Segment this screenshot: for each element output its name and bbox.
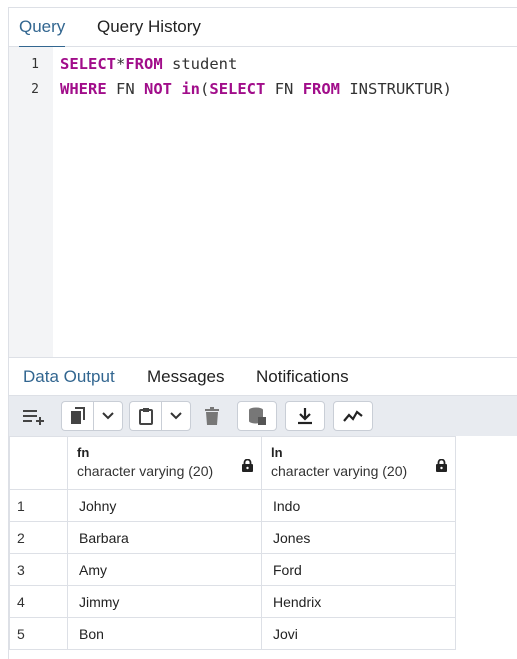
- cell-fn[interactable]: Jimmy: [67, 585, 262, 618]
- sql-keyword: FROM: [302, 80, 341, 98]
- cell-fn[interactable]: Amy: [67, 553, 262, 586]
- cell-ln[interactable]: Ford: [261, 553, 456, 586]
- code-line-2[interactable]: WHERE FN NOT in(SELECT FN FROM INSTRUKTU…: [60, 80, 452, 98]
- row-number[interactable]: 1: [9, 489, 68, 522]
- graph-icon: [343, 410, 363, 422]
- table-row[interactable]: 4 Jimmy Hendrix: [9, 585, 456, 618]
- download-button[interactable]: [285, 401, 325, 431]
- line-number: 2: [31, 82, 39, 97]
- table-row[interactable]: 1 Johny Indo: [9, 489, 456, 522]
- sql-text: FN: [106, 80, 144, 98]
- table-row[interactable]: 5 Bon Jovi: [9, 617, 456, 650]
- cell-fn[interactable]: Barbara: [67, 521, 262, 554]
- paste-options-dropdown[interactable]: [161, 401, 191, 431]
- lock-icon: [242, 459, 253, 472]
- paste-button[interactable]: [129, 401, 161, 431]
- sql-keyword: FROM: [125, 55, 163, 73]
- copy-options-dropdown[interactable]: [93, 401, 123, 431]
- sql-keyword: SELECT: [60, 55, 116, 73]
- column-header-fn[interactable]: fn character varying (20): [67, 436, 262, 490]
- sql-text: FN: [265, 80, 303, 98]
- cell-ln[interactable]: Hendrix: [261, 585, 456, 618]
- sql-keyword: WHERE: [60, 80, 107, 98]
- lock-icon: [436, 459, 447, 472]
- cell-ln[interactable]: Jovi: [261, 617, 456, 650]
- row-number[interactable]: 2: [9, 521, 68, 554]
- output-tabs: Data Output Messages Notifications: [9, 357, 517, 398]
- query-tool-panel: Query Query History 1 2 SELECT*FROM stud…: [8, 7, 517, 659]
- save-data-icon: [249, 407, 266, 425]
- line-number-gutter: 1 2: [9, 47, 53, 357]
- column-type: character varying (20): [77, 463, 214, 479]
- code-line-1[interactable]: SELECT*FROM student: [60, 55, 237, 73]
- copy-icon: [70, 407, 85, 424]
- data-output-grid: fn character varying (20) ln character v…: [9, 436, 456, 650]
- data-output-toolbar: [9, 396, 517, 436]
- row-number[interactable]: 3: [9, 553, 68, 586]
- copy-button[interactable]: [61, 401, 93, 431]
- chevron-down-icon: [102, 412, 114, 420]
- tab-messages[interactable]: Messages: [147, 358, 224, 397]
- column-type: character varying (20): [271, 463, 408, 479]
- column-name: fn: [77, 445, 90, 460]
- cell-fn[interactable]: Johny: [67, 489, 262, 522]
- tab-data-output[interactable]: Data Output: [23, 358, 115, 398]
- sql-keyword: in: [181, 80, 201, 98]
- row-number[interactable]: 4: [9, 585, 68, 618]
- table-row[interactable]: 2 Barbara Jones: [9, 521, 456, 554]
- cell-fn[interactable]: Bon: [67, 617, 262, 650]
- sql-keyword: SELECT: [209, 80, 266, 98]
- graph-visualiser-button[interactable]: [333, 401, 373, 431]
- column-name: ln: [271, 445, 283, 460]
- sql-operator: *: [116, 55, 126, 73]
- table-row[interactable]: 3 Amy Ford: [9, 553, 456, 586]
- tab-notifications[interactable]: Notifications: [256, 358, 349, 397]
- cell-ln[interactable]: Indo: [261, 489, 456, 522]
- cell-ln[interactable]: Jones: [261, 521, 456, 554]
- add-row-button[interactable]: [14, 401, 54, 431]
- chevron-down-icon: [170, 412, 182, 420]
- delete-button[interactable]: [195, 401, 229, 431]
- sql-keyword: NOT: [144, 80, 172, 98]
- download-icon: [298, 408, 312, 425]
- sql-editor[interactable]: 1 2 SELECT*FROM student WHERE FN NOT in(…: [9, 47, 517, 357]
- query-tabs: Query Query History: [9, 8, 517, 48]
- row-number[interactable]: 5: [9, 617, 68, 650]
- save-data-button[interactable]: [237, 401, 277, 431]
- row-number-header[interactable]: [9, 436, 68, 490]
- sql-text: student: [162, 55, 238, 73]
- tab-query[interactable]: Query: [19, 8, 66, 48]
- sql-text: INSTRUKTUR): [340, 80, 452, 98]
- column-header-ln[interactable]: ln character varying (20): [261, 436, 456, 490]
- delete-icon: [205, 407, 219, 425]
- line-number: 1: [31, 57, 39, 72]
- tab-query-history[interactable]: Query History: [97, 8, 201, 47]
- paste-icon: [138, 408, 153, 425]
- sql-text: (: [200, 80, 210, 98]
- add-row-icon: [23, 410, 44, 425]
